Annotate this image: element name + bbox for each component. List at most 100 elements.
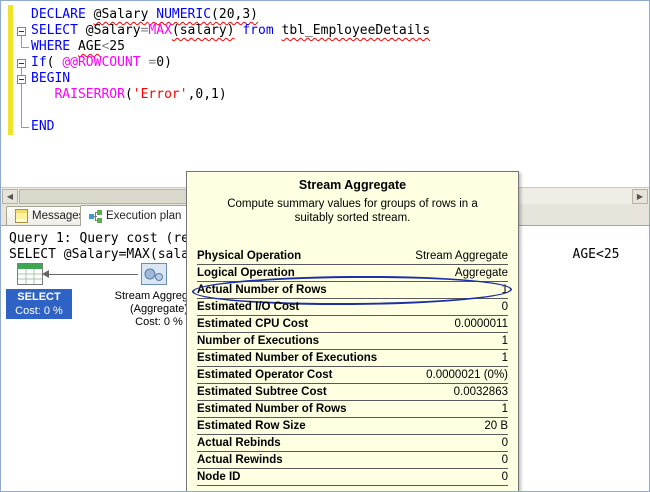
tooltip-title: Stream Aggregate [298,178,407,192]
code-token: 0) [156,55,172,70]
code-line[interactable]: END [31,119,430,135]
fold-toggle-icon[interactable] [17,27,26,36]
tooltip-stream-aggregate: Stream Aggregate Compute summary values … [186,171,519,491]
scroll-left-arrow-icon[interactable]: ◀ [2,189,18,204]
tooltip-row: Actual Rebinds 0 [197,435,508,452]
code-line[interactable] [31,103,430,119]
tooltip-row: Estimated Operator Cost 0.0000021 (0%) [197,367,508,384]
tooltip-row-label: Estimated Row Size [197,420,306,432]
messages-icon [15,209,28,223]
code-token: 'Error' [132,87,188,102]
code-token: @Salary [93,7,149,22]
tooltip-row-value: 20 B [484,420,508,432]
fold-guide-line [21,47,29,48]
fold-guide-line [21,84,22,127]
code-token: RAISERROR [54,87,125,102]
tooltip-row-label: Estimated Subtree Cost [197,386,327,398]
tooltip-row-value: 1 [501,335,508,347]
code-token: @Salary [77,23,141,38]
tooltip-row-value: 1 [501,284,508,296]
code-token: 25 [109,39,125,54]
tooltip-row-value: 0.0032863 [453,386,508,398]
tooltip-row-label: Node ID [197,471,241,483]
scroll-right-arrow-icon[interactable]: ▶ [632,189,648,204]
tooltip-row: Estimated Subtree Cost 0.0032863 [197,384,508,401]
fold-guide-line [21,127,29,128]
code-line[interactable]: WHERE AGE<25 [31,39,430,55]
select-operator-selected-label[interactable]: SELECT Cost: 0 % [6,289,72,319]
tab-execution-plan-label: Execution plan [106,210,182,222]
tooltip-row-label: Actual Number of Rows [197,284,327,296]
tooltip-row-value: 0 [501,301,508,313]
plan-arrow[interactable] [48,274,138,275]
code-token: (20,3) [211,7,259,22]
code-token: @@ROWCOUNT [62,55,141,70]
fold-toggle-icon[interactable] [17,59,26,68]
tooltip-rows: Physical Operation Stream Aggregate Logica… [191,248,513,486]
tooltip-row: Estimated Row Size 20 B [197,418,508,435]
tooltip-row-label: Actual Rebinds [197,437,281,449]
tooltip-row-value: 1 [501,352,508,364]
code-token: WHERE [31,39,71,54]
code-token: NUMERIC [156,7,212,22]
code-token: DECLARE [31,7,86,22]
stream-aggregate-operator-icon[interactable] [141,263,167,290]
tooltip-row: Estimated Number of Rows 1 [197,401,508,418]
tooltip-row: Actual Number of Rows 1 [191,274,513,307]
code-token: ( [124,87,133,102]
sql-editor[interactable]: DECLARE @Salary NUMERIC(20,3) SELECT @Sal… [1,1,649,187]
fold-guide-line [21,68,22,75]
code-line[interactable]: BEGIN [31,71,430,87]
tooltip-row: Number of Executions 1 [197,333,508,350]
tooltip-row-label: Estimated Number of Executions [197,352,378,364]
code-token: from [242,23,274,38]
tooltip-row: Estimated I/O Cost 0 [197,299,508,316]
code-line[interactable]: DECLARE @Salary NUMERIC(20,3) [31,7,430,23]
code-token: BEGIN [31,71,71,86]
editor-code: DECLARE @Salary NUMERIC(20,3) SELECT @Sal… [31,7,430,135]
tooltip-row-label: Estimated CPU Cost [197,318,309,330]
select-operator-icon[interactable] [17,263,43,290]
code-token: ( [46,55,63,70]
tooltip-row-value: Stream Aggregate [415,250,508,262]
select-operator-name: SELECT [17,291,61,303]
tooltip-row: Actual Rewinds 0 [197,452,508,469]
tooltip-row-value: 0 [501,471,508,483]
tooltip-row-value: 0.0000011 [454,318,508,330]
code-token: (salary) [171,23,235,38]
tooltip-row: Estimated CPU Cost 0.0000011 [197,316,508,333]
tooltip-row: Logical Operation Aggregate [197,265,508,282]
select-operator-cost: Cost: 0 % [15,305,63,317]
code-token: SELECT [31,23,78,38]
tooltip-row-value: Aggregate [454,267,508,279]
code-line[interactable]: SELECT @Salary=MAX(salary) from tbl_Empl… [31,23,430,39]
tooltip-row: Node ID 0 [197,469,508,486]
execution-plan-icon [89,209,102,223]
code-line[interactable]: RAISERROR('Error',0,1) [31,87,430,103]
tab-execution-plan[interactable]: Execution plan [80,205,191,226]
tooltip-row-label: Estimated Operator Cost [197,369,333,381]
code-line[interactable]: If( @@ROWCOUNT =0) [31,55,430,71]
tooltip-row-label: Estimated I/O Cost [197,301,300,313]
tooltip-row-value: 1 [501,403,508,415]
code-token: If [31,55,47,70]
code-token: ,0,1) [187,87,227,102]
tooltip-row-label: Actual Rewinds [197,454,283,466]
tooltip-row-label: Physical Operation [197,250,302,262]
code-token: tbl_EmployeeDetails [281,23,431,38]
code-token: AGE [77,39,102,54]
tooltip-description: Compute summary values for groups of row… [227,198,478,224]
tooltip-row-label: Logical Operation [197,267,295,279]
fold-toggle-icon[interactable] [17,75,26,84]
tooltip-row-label: Number of Executions [197,335,320,347]
tooltip-row: Estimated Number of Executions 1 [197,350,508,367]
code-token: MAX [148,23,172,38]
code-token: END [31,119,55,134]
change-tracking-bar [8,5,13,135]
tab-messages-label: Messages [32,210,85,222]
fold-guide-line [21,36,22,47]
tooltip-row-label: Estimated Number of Rows [197,403,347,415]
